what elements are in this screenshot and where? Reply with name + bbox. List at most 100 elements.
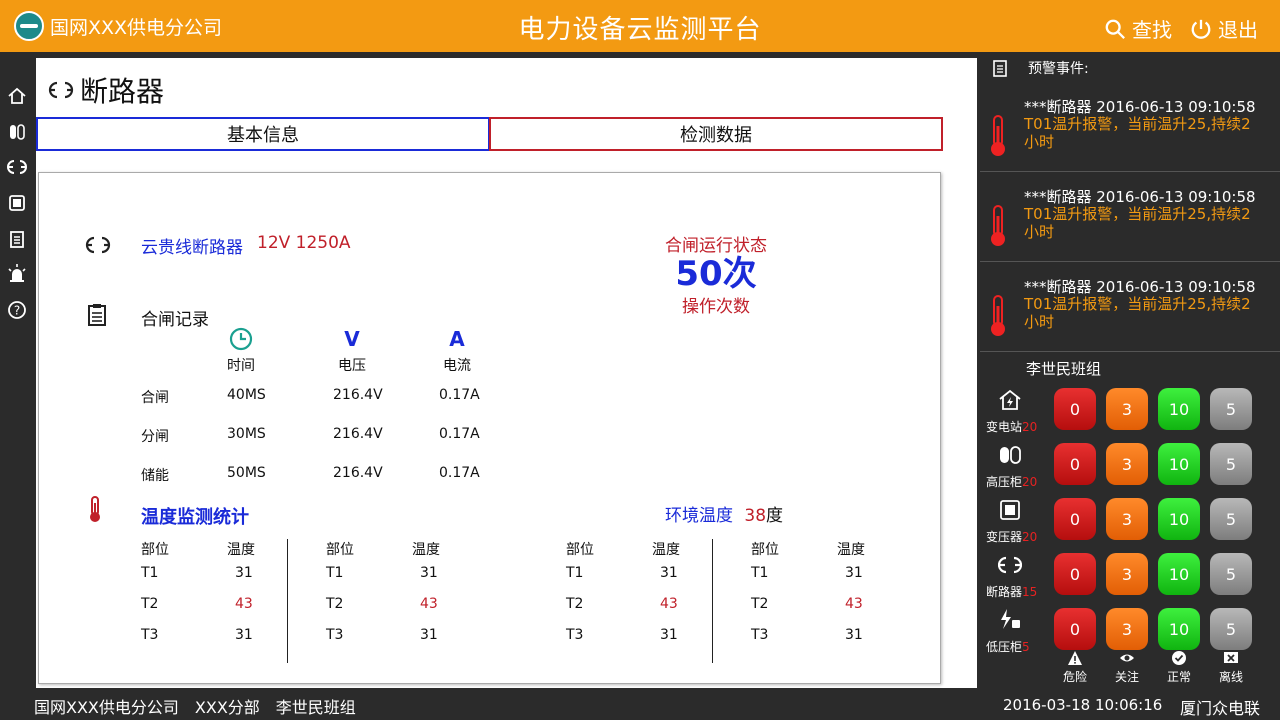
temp-value: 31 (845, 627, 863, 643)
clock-icon (211, 327, 271, 356)
ambient-value: 38 (744, 506, 767, 526)
alert-header: 预警事件: (992, 58, 1089, 78)
substation-icon (990, 388, 1030, 416)
team-name: 李世民班组 (1026, 360, 1102, 378)
breaker-icon (85, 236, 111, 254)
normal-count-button[interactable]: 10 (1158, 553, 1200, 595)
temp-header-part: 部位 (141, 542, 169, 558)
logout-button[interactable]: 退出 (1190, 14, 1258, 43)
status-row-label: 低压柜5 (986, 638, 1030, 655)
device-name: 云贵线断路器 (141, 238, 243, 258)
eye-icon (1120, 654, 1134, 662)
status-label: 合闸运行状态 (665, 236, 767, 256)
attention-count-button[interactable]: 3 (1106, 498, 1148, 540)
temp-part: T3 (751, 627, 769, 643)
switchgear-icon[interactable] (7, 122, 27, 142)
danger-count-button[interactable]: 0 (1054, 608, 1096, 650)
normal-count-button[interactable]: 10 (1158, 388, 1200, 430)
offline-count-button[interactable]: 5 (1210, 553, 1252, 595)
offline-count-button[interactable]: 5 (1210, 388, 1252, 430)
record-row-time: 40MS (227, 387, 266, 403)
legend-normal: 正常 (1158, 650, 1200, 685)
search-button[interactable]: 查找 (1104, 14, 1172, 43)
temp-value: 31 (420, 565, 438, 581)
offline-count-button[interactable]: 5 (1210, 608, 1252, 650)
attention-count-button[interactable]: 3 (1106, 608, 1148, 650)
attention-count-button[interactable]: 3 (1106, 388, 1148, 430)
temp-part: T2 (326, 596, 344, 612)
status-block: 合闸运行状态 50次 操作次数 (651, 231, 781, 317)
temp-value: 43 (235, 596, 253, 612)
current-symbol: A (449, 327, 465, 351)
clipboard-icon (993, 60, 1007, 77)
record-row-voltage: 216.4V (333, 387, 383, 403)
danger-count-button[interactable]: 0 (1054, 498, 1096, 540)
danger-count-button[interactable]: 0 (1054, 388, 1096, 430)
danger-count-button[interactable]: 0 (1054, 553, 1096, 595)
device-type: 高压柜 (986, 475, 1023, 489)
svg-text:?: ? (14, 304, 20, 318)
temp-value: 31 (235, 565, 253, 581)
record-row-label: 储能 (141, 468, 169, 484)
temperature-title: 温度监测统计 (141, 507, 249, 528)
device-count: 20 (1022, 530, 1038, 544)
help-icon[interactable]: ? (7, 300, 27, 320)
footer-breadcrumb: 国网XXX供电分公司 XXX分部 李世民班组 (34, 694, 356, 718)
footer-bar: 国网XXX供电分公司 XXX分部 李世民班组 2016-03-18 10:06:… (0, 688, 1280, 720)
alarm-light-icon[interactable] (7, 263, 27, 283)
clipboard-icon (88, 304, 106, 326)
alert-header-label: 预警事件: (1028, 61, 1089, 77)
offline-icon (1224, 652, 1238, 663)
legend-attention-label: 关注 (1114, 670, 1139, 684)
status-row: 低压柜5 0 3 10 5 (980, 608, 1280, 656)
danger-count-button[interactable]: 0 (1054, 443, 1096, 485)
status-row-label: 变压器20 (986, 528, 1037, 545)
legend-normal-label: 正常 (1166, 670, 1191, 684)
main-panel: 断路器 基本信息 检测数据 云贵线断路器 12V 1250A 合闸运行状态 50… (36, 58, 977, 688)
alert-item[interactable]: ***断路器 2016-06-13 09:10:58 T01温升报警，当前温升2… (980, 174, 1280, 262)
normal-count-button[interactable]: 10 (1158, 443, 1200, 485)
temp-part: T2 (566, 596, 584, 612)
legend-offline-label: 离线 (1218, 670, 1243, 684)
tab-detection-data[interactable]: 检测数据 (489, 117, 943, 151)
thermometer-icon (991, 115, 1005, 156)
record-header-time: 时间 (227, 358, 255, 374)
alert-message: T01温升报警，当前温升25,持续2小时 (1024, 295, 1251, 331)
temp-header-temp: 温度 (837, 542, 865, 558)
alert-item[interactable]: ***断路器 2016-06-13 09:10:58 T01温升报警，当前温升2… (980, 264, 1280, 352)
breaker-icon[interactable] (7, 157, 27, 177)
app-title: 电力设备云监测平台 (518, 15, 762, 45)
operation-count-label: 操作次数 (682, 297, 750, 317)
clipboard-icon[interactable] (7, 229, 27, 249)
status-row: 变压器20 0 3 10 5 (980, 498, 1280, 546)
breaker-icon (990, 553, 1030, 581)
device-type: 低压柜 (986, 640, 1023, 654)
left-nav-rail: ? (0, 52, 34, 688)
offline-count-button[interactable]: 5 (1210, 443, 1252, 485)
divider (712, 539, 713, 663)
device-type: 变压器 (986, 530, 1023, 544)
temp-part: T1 (326, 565, 344, 581)
temp-part: T1 (141, 565, 159, 581)
right-panel: 预警事件: ***断路器 2016-06-13 09:10:58 T01温升报警… (980, 52, 1280, 688)
alert-item[interactable]: ***断路器 2016-06-13 09:10:58 T01温升报警，当前温升2… (980, 84, 1280, 172)
ambient-temperature: 环境温度 38度 (665, 501, 783, 526)
attention-count-button[interactable]: 3 (1106, 443, 1148, 485)
attention-count-button[interactable]: 3 (1106, 553, 1148, 595)
thermometer-icon (991, 295, 1005, 336)
normal-count-button[interactable]: 10 (1158, 608, 1200, 650)
device-count: 15 (1022, 585, 1038, 599)
home-icon[interactable] (7, 86, 27, 106)
temp-value: 31 (660, 565, 678, 581)
record-row-label: 合闸 (141, 390, 169, 406)
record-row-voltage: 216.4V (333, 465, 383, 481)
transformer-icon[interactable] (7, 193, 27, 213)
record-row-current: 0.17A (439, 465, 480, 481)
offline-count-button[interactable]: 5 (1210, 498, 1252, 540)
device-type: 变电站 (986, 420, 1023, 434)
content-box: 云贵线断路器 12V 1250A 合闸运行状态 50次 操作次数 合闸记录 V … (38, 172, 941, 684)
tab-basic-info[interactable]: 基本信息 (36, 117, 490, 151)
temp-value: 31 (845, 565, 863, 581)
switchgear-icon (990, 443, 1030, 471)
normal-count-button[interactable]: 10 (1158, 498, 1200, 540)
